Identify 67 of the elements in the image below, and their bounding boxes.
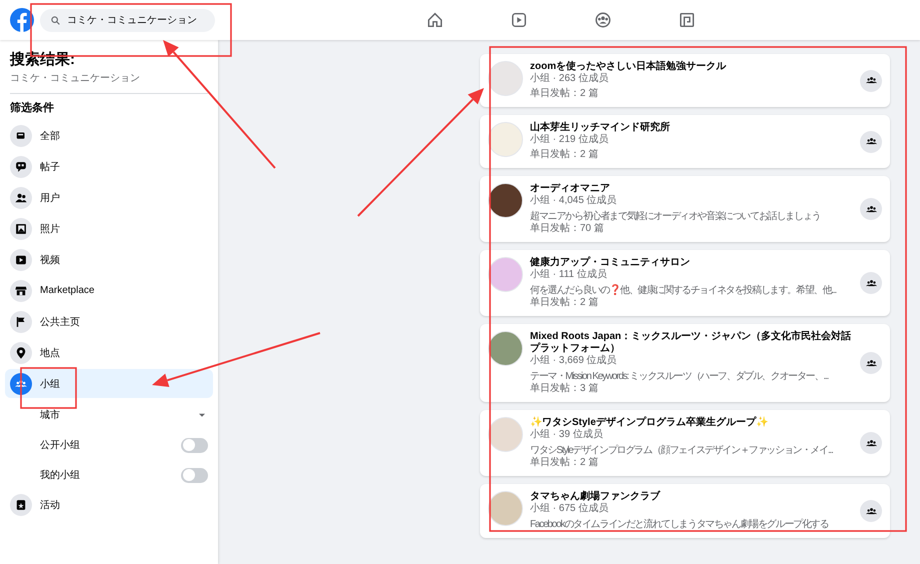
filter-item[interactable]: 小组 (5, 369, 213, 398)
square-icon (678, 11, 696, 29)
group-name[interactable]: zoomを使ったやさしい日本語勉強サークル (530, 61, 853, 73)
photo-placeholder (488, 257, 523, 292)
post-count: 单日发帖：3 篇 (530, 383, 600, 395)
post-count: 单日发帖：2 篇 (530, 88, 600, 100)
photo-icon (14, 222, 28, 236)
join-group-button[interactable] (860, 70, 882, 92)
photo-placeholder (488, 491, 523, 526)
post-count: 单日发帖：2 篇 (530, 149, 600, 161)
search-field[interactable]: コミケ・コミュニケーション (40, 8, 215, 32)
filter-item[interactable]: 活动 (5, 490, 213, 519)
join-group-button[interactable] (860, 352, 882, 374)
group-name[interactable]: ✨ワタシStyleデザインプログラム卒業生グループ✨ (530, 417, 853, 429)
group-meta: 小组 · 263 位成员 (530, 73, 610, 85)
photo-placeholder (488, 61, 523, 96)
filter-item[interactable]: 帖子 (5, 152, 213, 181)
filter-item[interactable]: 用户 (5, 183, 213, 212)
group-name[interactable]: 山本芽生リッチマインド研究所 (530, 122, 853, 134)
filter-item[interactable]: 地点 (5, 338, 213, 367)
join-group-button[interactable] (860, 432, 882, 454)
group-meta: 小组 · 219 位成员 (530, 134, 610, 146)
join-group-button[interactable] (860, 272, 882, 294)
group-name[interactable]: 健康力アップ・コミュニティサロン (530, 257, 853, 269)
photo-placeholder (488, 183, 523, 218)
filters-heading: 筛选条件 (10, 100, 55, 115)
group-meta: 小组 · 111 位成员 (530, 269, 608, 281)
group-name[interactable]: Mixed Roots Japan：ミックスルーツ・ジャパン（多文化市民社会対話プラットフォーム） (530, 331, 853, 355)
filter-item[interactable]: 视频 (5, 245, 213, 274)
location-pin-icon (14, 346, 28, 360)
join-group-button[interactable] (860, 500, 882, 522)
facebook-logo[interactable] (10, 8, 34, 32)
search-query: コミケ・コミュニケーション (10, 72, 141, 85)
join-group-button[interactable] (860, 130, 882, 152)
join-group-button[interactable] (860, 198, 882, 220)
group-meta: 小组 · 675 位成员 (530, 503, 610, 515)
group-description: 何を選んだら良いの❓他、健康に関するチョイネタを投稿します。希望、他... (530, 284, 838, 296)
toggle-switch[interactable] (181, 468, 208, 482)
filter-item[interactable]: 公共主页 (5, 307, 213, 336)
post-count: 单日发帖：2 篇 (530, 297, 600, 309)
toggle-label: 公开小组 (40, 438, 80, 452)
annotation-box (20, 367, 77, 409)
post-count: 单日发帖：2 篇 (530, 457, 600, 469)
toggle-switch[interactable] (181, 438, 208, 452)
filter-item[interactable]: 照片 (5, 214, 213, 243)
groups-icon (594, 11, 612, 29)
group-name[interactable]: オーディオマニア (530, 183, 853, 195)
speech-bubble-icon (14, 160, 28, 174)
group-meta: 小组 · 39 位成员 (530, 429, 604, 441)
group-meta: 小组 · 4,045 位成员 (530, 195, 618, 207)
post-count: 单日发帖：70 篇 (530, 223, 605, 235)
video-icon (510, 11, 528, 29)
photo-placeholder (488, 331, 523, 366)
group-meta: 小组 · 3,669 位成员 (530, 355, 618, 367)
photo-placeholder (488, 122, 523, 157)
group-description: 超マニアから初心者まで気軽にオーディオや音楽についてお話しましょう (530, 210, 822, 222)
group-description: Facebookのタイムラインだと流れてしまうタマちゃん劇場をグループ化する (530, 518, 830, 531)
photo-placeholder (488, 417, 523, 452)
filter-item[interactable]: 全部 (5, 121, 213, 150)
group-description: テーマ・Mission Keywords: ミックスルーツ（ハーフ、ダブル、クオーター、... (530, 370, 830, 382)
search-icon (50, 14, 61, 26)
group-name[interactable]: タマちゃん劇場ファンクラブ (530, 491, 853, 503)
city-dropdown[interactable]: 城市 (40, 400, 208, 430)
toggle-label: 我的小组 (40, 468, 80, 482)
filter-item[interactable]: Marketplace (5, 276, 213, 305)
group-description: ワタシStyleデザインプログラム（顔フェイスデザイン＋ファッション・メイ... (530, 444, 834, 456)
home-icon (426, 11, 444, 29)
